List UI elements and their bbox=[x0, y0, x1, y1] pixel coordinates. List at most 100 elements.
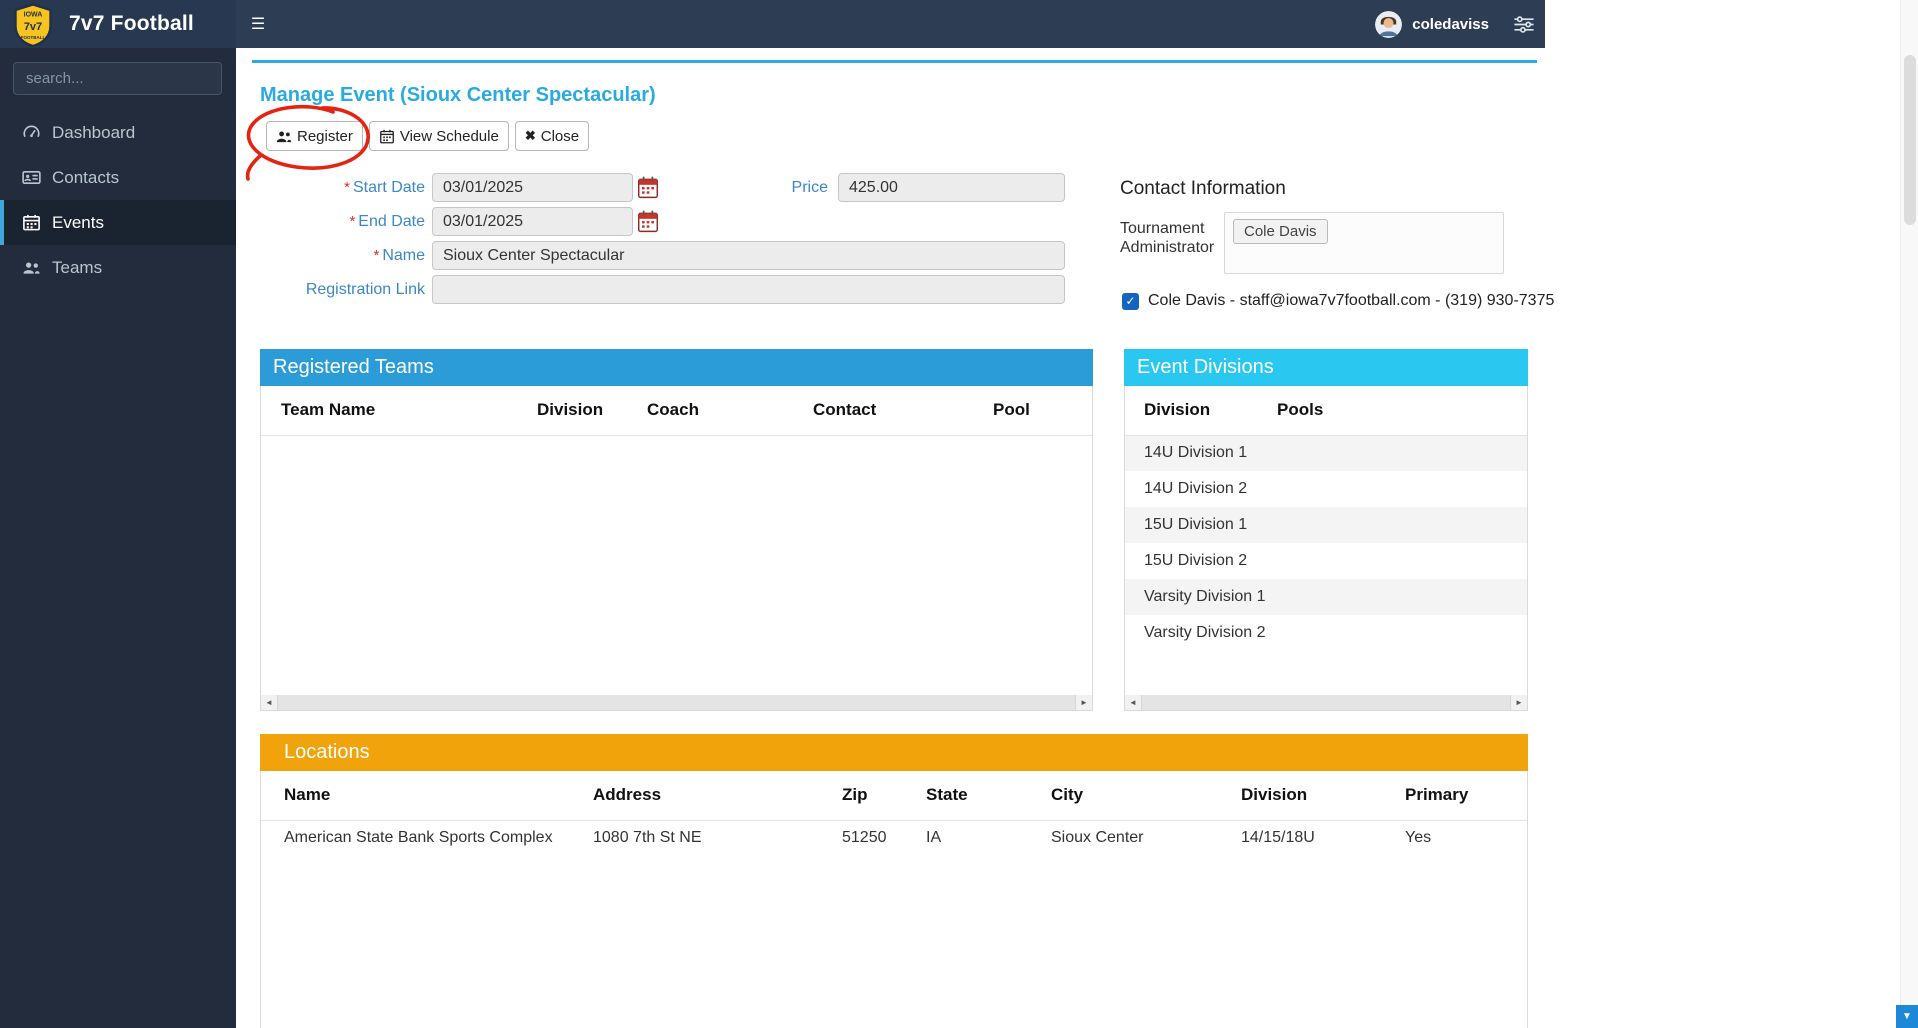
close-icon: ✖ bbox=[525, 128, 536, 144]
register-users-icon bbox=[276, 129, 292, 144]
sidebar-item-teams[interactable]: Teams bbox=[0, 245, 236, 290]
scrollbar-thumb[interactable] bbox=[277, 695, 1076, 710]
division-row[interactable]: 14U Division 1 bbox=[1125, 435, 1527, 471]
teams-icon bbox=[22, 258, 41, 277]
sidebar-item-label: Contacts bbox=[52, 168, 119, 188]
column-header[interactable]: Pool bbox=[993, 386, 1092, 435]
column-header[interactable]: Team Name bbox=[261, 386, 537, 435]
locations-header: Locations bbox=[260, 734, 1528, 771]
column-header[interactable]: City bbox=[1051, 771, 1241, 820]
sidebar-item-contacts[interactable]: Contacts bbox=[0, 155, 236, 200]
event-name-input[interactable] bbox=[432, 241, 1065, 270]
sidebar: Dashboard Contacts Events bbox=[0, 48, 236, 1028]
event-name-label: *Name bbox=[240, 247, 425, 265]
scroll-left-icon[interactable]: ◄ bbox=[1125, 698, 1141, 707]
division-row[interactable]: Varsity Division 1 bbox=[1125, 579, 1527, 615]
registered-teams-table: Team Name Division Coach Contact Pool bbox=[261, 386, 1092, 436]
start-date-label: *Start Date bbox=[240, 179, 425, 197]
locations-body: American State Bank Sports Complex 1080 … bbox=[261, 820, 1527, 856]
start-date-input[interactable] bbox=[432, 173, 633, 202]
schedule-calendar-icon bbox=[379, 129, 395, 144]
event-divisions-body: 14U Division 1 14U Division 2 15U Divisi… bbox=[1125, 435, 1527, 651]
horizontal-scrollbar[interactable]: ◄ ► bbox=[261, 695, 1092, 710]
locations-panel: Locations Name Address Zip State City Di… bbox=[260, 734, 1528, 1028]
scroll-left-icon[interactable]: ◄ bbox=[261, 698, 277, 707]
avatar bbox=[1375, 11, 1402, 38]
scroll-right-icon[interactable]: ► bbox=[1076, 698, 1092, 707]
column-header[interactable]: Division bbox=[537, 386, 647, 435]
end-date-calendar-button[interactable] bbox=[635, 208, 661, 236]
division-cell: Varsity Division 1 bbox=[1125, 579, 1277, 615]
division-row[interactable]: 15U Division 2 bbox=[1125, 543, 1527, 579]
column-header[interactable]: Pools bbox=[1277, 386, 1527, 435]
pools-cell bbox=[1277, 507, 1527, 543]
pools-cell bbox=[1277, 579, 1527, 615]
close-button[interactable]: ✖ Close bbox=[515, 121, 589, 151]
pools-cell bbox=[1277, 471, 1527, 507]
location-state-cell: IA bbox=[926, 820, 1051, 856]
contact-information-title: Contact Information bbox=[1120, 178, 1286, 200]
vertical-scrollbar[interactable] bbox=[1900, 0, 1918, 1028]
location-primary-cell: Yes bbox=[1405, 820, 1527, 856]
sidebar-item-events[interactable]: Events bbox=[0, 200, 236, 245]
end-date-label: *End Date bbox=[240, 213, 425, 231]
required-marker: * bbox=[373, 247, 379, 264]
panel-title: Locations bbox=[284, 741, 370, 764]
scroll-down-button[interactable]: ▼ bbox=[1896, 1005, 1918, 1028]
column-header[interactable]: Coach bbox=[647, 386, 813, 435]
avatar-image bbox=[1375, 11, 1402, 38]
scrollbar-thumb[interactable] bbox=[1904, 55, 1916, 225]
sidebar-item-label: Dashboard bbox=[52, 123, 135, 143]
event-divisions-header: Event Divisions bbox=[1124, 349, 1528, 386]
search-input[interactable] bbox=[14, 70, 233, 87]
administrator-box[interactable]: Cole Davis bbox=[1224, 212, 1504, 274]
location-zip-cell: 51250 bbox=[842, 820, 926, 856]
view-schedule-button[interactable]: View Schedule bbox=[369, 121, 509, 151]
column-header[interactable]: Address bbox=[593, 771, 842, 820]
logo-text-bottom: FOOTBALL bbox=[21, 35, 46, 40]
top-navbar: IOWA 7v7 FOOTBALL 7v7 Football ☰ coledav… bbox=[0, 0, 1545, 48]
filter-icon[interactable] bbox=[1513, 16, 1535, 33]
register-label: Register bbox=[297, 128, 353, 145]
username[interactable]: coledaviss bbox=[1412, 16, 1489, 33]
app-logo-icon: IOWA 7v7 FOOTBALL bbox=[13, 3, 53, 47]
division-cell: 14U Division 1 bbox=[1125, 435, 1277, 471]
division-row[interactable]: 14U Division 2 bbox=[1125, 471, 1527, 507]
column-header[interactable]: Name bbox=[261, 771, 593, 820]
scrollbar-thumb[interactable] bbox=[1141, 695, 1511, 710]
required-marker: * bbox=[349, 213, 355, 230]
app-window: IOWA 7v7 FOOTBALL 7v7 Football ☰ coledav… bbox=[0, 0, 1918, 1028]
start-date-calendar-button[interactable] bbox=[635, 174, 661, 202]
event-divisions-table: Division Pools 14U Division 1 14U Divisi… bbox=[1125, 386, 1527, 651]
dashboard-icon bbox=[22, 123, 41, 142]
column-header[interactable]: Division bbox=[1241, 771, 1405, 820]
content-top-border bbox=[252, 60, 1537, 63]
brand[interactable]: IOWA 7v7 FOOTBALL 7v7 Football bbox=[0, 0, 236, 48]
price-label: Price bbox=[750, 179, 828, 197]
end-date-input[interactable] bbox=[432, 207, 633, 236]
scroll-right-icon[interactable]: ► bbox=[1511, 698, 1527, 707]
column-header[interactable]: Contact bbox=[813, 386, 993, 435]
division-row[interactable]: Varsity Division 2 bbox=[1125, 615, 1527, 651]
user-menu[interactable]: coledaviss bbox=[1375, 11, 1545, 38]
column-header[interactable]: Primary bbox=[1405, 771, 1527, 820]
location-row[interactable]: American State Bank Sports Complex 1080 … bbox=[261, 820, 1527, 856]
sidebar-item-label: Events bbox=[52, 213, 104, 233]
sidebar-item-dashboard[interactable]: Dashboard bbox=[0, 110, 236, 155]
toolbar: Register View Schedule ✖ Close bbox=[266, 121, 589, 151]
horizontal-scrollbar[interactable]: ◄ ► bbox=[1125, 695, 1527, 710]
administrator-chip: Cole Davis bbox=[1233, 219, 1328, 244]
register-button[interactable]: Register bbox=[266, 121, 363, 151]
column-header[interactable]: Division bbox=[1125, 386, 1277, 435]
contact-checkbox[interactable]: ✓ bbox=[1122, 293, 1139, 310]
registration-link-input[interactable] bbox=[432, 275, 1065, 304]
event-divisions-panel: Event Divisions Division Pools 14U Divis… bbox=[1124, 349, 1528, 711]
pools-cell bbox=[1277, 435, 1527, 471]
column-header[interactable]: Zip bbox=[842, 771, 926, 820]
column-header[interactable]: State bbox=[926, 771, 1051, 820]
price-input[interactable] bbox=[838, 173, 1065, 202]
sidebar-toggle-button[interactable]: ☰ bbox=[236, 0, 280, 48]
sidebar-nav: Dashboard Contacts Events bbox=[0, 110, 236, 290]
division-row[interactable]: 15U Division 1 bbox=[1125, 507, 1527, 543]
events-icon bbox=[22, 213, 41, 232]
